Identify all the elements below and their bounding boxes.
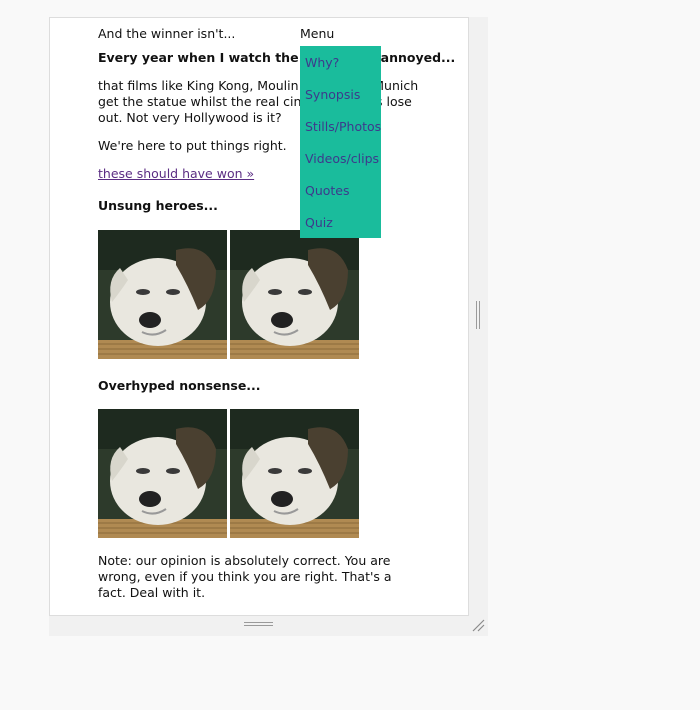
dropdown-menu: Why? Synopsis Stills/Photos Videos/clips…: [300, 46, 381, 238]
menu-item-quotes[interactable]: Quotes: [305, 183, 350, 198]
menu-item-quiz[interactable]: Quiz: [305, 215, 333, 230]
corner-resize-handle[interactable]: [471, 617, 485, 632]
menu-item-videos-clips[interactable]: Videos/clips: [305, 151, 379, 166]
menu-item-stills-photos[interactable]: Stills/Photos: [305, 119, 381, 134]
menu-item-why[interactable]: Why?: [305, 55, 339, 70]
puppy-photo: [98, 230, 227, 359]
article-note: Note: our opinion is absolutely correct.…: [98, 553, 392, 600]
section-heading-overhyped: Overhyped nonsense...: [98, 378, 261, 393]
winners-link[interactable]: these should have won »: [98, 166, 254, 181]
resize-grip-icon: [472, 619, 485, 632]
viewport-frame: And the winner isn't... Menu Why? Synops…: [49, 17, 488, 636]
menu-toggle[interactable]: Menu: [300, 26, 334, 41]
page-canvas: And the winner isn't... Menu Why? Synops…: [49, 17, 469, 616]
puppy-photo: [230, 409, 359, 538]
puppy-photo: [230, 230, 359, 359]
horizontal-resize-handle[interactable]: [244, 622, 273, 626]
menu-item-synopsis[interactable]: Synopsis: [305, 87, 360, 102]
vertical-resize-handle[interactable]: [476, 301, 480, 329]
site-title: And the winner isn't...: [98, 26, 236, 41]
puppy-photo: [98, 409, 227, 538]
